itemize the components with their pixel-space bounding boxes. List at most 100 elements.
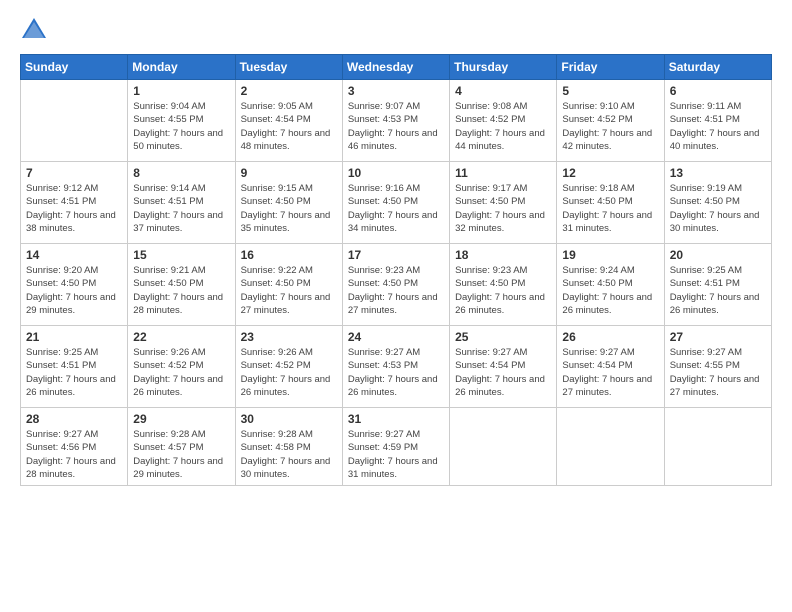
calendar-cell: 31 Sunrise: 9:27 AMSunset: 4:59 PMDayligh… — [342, 408, 449, 486]
cell-info: Sunrise: 9:27 AMSunset: 4:59 PMDaylight:… — [348, 428, 444, 481]
cell-info: Sunrise: 9:07 AMSunset: 4:53 PMDaylight:… — [348, 100, 444, 153]
calendar-cell — [664, 408, 771, 486]
cell-info: Sunrise: 9:14 AMSunset: 4:51 PMDaylight:… — [133, 182, 229, 235]
calendar-cell: 10 Sunrise: 9:16 AMSunset: 4:50 PMDayligh… — [342, 162, 449, 244]
day-number: 25 — [455, 330, 551, 344]
calendar-cell: 1Sunrise: 9:04 AMSunset: 4:55 PMDaylight… — [128, 80, 235, 162]
weekday-header-tuesday: Tuesday — [235, 55, 342, 80]
calendar-cell: 13 Sunrise: 9:19 AMSunset: 4:50 PMDayligh… — [664, 162, 771, 244]
weekday-header-thursday: Thursday — [450, 55, 557, 80]
logo — [20, 16, 52, 44]
logo-icon — [20, 16, 48, 44]
cell-info: Sunrise: 9:27 AMSunset: 4:55 PMDaylight:… — [670, 346, 766, 399]
calendar-cell — [450, 408, 557, 486]
calendar-header: SundayMondayTuesdayWednesdayThursdayFrid… — [21, 55, 772, 80]
cell-info: Sunrise: 9:27 AMSunset: 4:56 PMDaylight:… — [26, 428, 122, 481]
day-number: 26 — [562, 330, 658, 344]
weekday-header-wednesday: Wednesday — [342, 55, 449, 80]
weekday-header-friday: Friday — [557, 55, 664, 80]
calendar-cell: 28 Sunrise: 9:27 AMSunset: 4:56 PMDayligh… — [21, 408, 128, 486]
cell-info: Sunrise: 9:04 AMSunset: 4:55 PMDaylight:… — [133, 100, 229, 153]
calendar-cell: 21Sunrise: 9:25 AMSunset: 4:51 PMDayligh… — [21, 326, 128, 408]
day-number: 15 — [133, 248, 229, 262]
day-number: 31 — [348, 412, 444, 426]
calendar-cell: 5 Sunrise: 9:10 AMSunset: 4:52 PMDaylight… — [557, 80, 664, 162]
header — [20, 16, 772, 44]
day-number: 12 — [562, 166, 658, 180]
day-number: 30 — [241, 412, 337, 426]
calendar-cell: 29 Sunrise: 9:28 AMSunset: 4:57 PMDayligh… — [128, 408, 235, 486]
calendar-cell: 17 Sunrise: 9:23 AMSunset: 4:50 PMDayligh… — [342, 244, 449, 326]
cell-info: Sunrise: 9:22 AMSunset: 4:50 PMDaylight:… — [241, 264, 337, 317]
calendar-cell: 15Sunrise: 9:21 AMSunset: 4:50 PMDayligh… — [128, 244, 235, 326]
cell-info: Sunrise: 9:18 AMSunset: 4:50 PMDaylight:… — [562, 182, 658, 235]
day-number: 28 — [26, 412, 122, 426]
calendar-cell: 22 Sunrise: 9:26 AMSunset: 4:52 PMDayligh… — [128, 326, 235, 408]
cell-info: Sunrise: 9:28 AMSunset: 4:58 PMDaylight:… — [241, 428, 337, 481]
day-number: 11 — [455, 166, 551, 180]
cell-info: Sunrise: 9:26 AMSunset: 4:52 PMDaylight:… — [241, 346, 337, 399]
calendar-cell: 8 Sunrise: 9:14 AMSunset: 4:51 PMDaylight… — [128, 162, 235, 244]
cell-info: Sunrise: 9:19 AMSunset: 4:50 PMDaylight:… — [670, 182, 766, 235]
calendar-table: SundayMondayTuesdayWednesdayThursdayFrid… — [20, 54, 772, 486]
cell-info: Sunrise: 9:15 AMSunset: 4:50 PMDaylight:… — [241, 182, 337, 235]
day-number: 24 — [348, 330, 444, 344]
cell-info: Sunrise: 9:27 AMSunset: 4:53 PMDaylight:… — [348, 346, 444, 399]
day-number: 9 — [241, 166, 337, 180]
day-number: 2 — [241, 84, 337, 98]
cell-info: Sunrise: 9:11 AMSunset: 4:51 PMDaylight:… — [670, 100, 766, 153]
calendar-cell: 9 Sunrise: 9:15 AMSunset: 4:50 PMDaylight… — [235, 162, 342, 244]
day-number: 7 — [26, 166, 122, 180]
weekday-header-saturday: Saturday — [664, 55, 771, 80]
calendar-cell — [557, 408, 664, 486]
calendar-cell: 30 Sunrise: 9:28 AMSunset: 4:58 PMDayligh… — [235, 408, 342, 486]
cell-info: Sunrise: 9:25 AMSunset: 4:51 PMDaylight:… — [670, 264, 766, 317]
day-number: 6 — [670, 84, 766, 98]
calendar-cell: 3Sunrise: 9:07 AMSunset: 4:53 PMDaylight… — [342, 80, 449, 162]
day-number: 13 — [670, 166, 766, 180]
calendar-week-2: 7Sunrise: 9:12 AMSunset: 4:51 PMDaylight… — [21, 162, 772, 244]
cell-info: Sunrise: 9:20 AMSunset: 4:50 PMDaylight:… — [26, 264, 122, 317]
calendar-week-3: 14 Sunrise: 9:20 AMSunset: 4:50 PMDayligh… — [21, 244, 772, 326]
cell-info: Sunrise: 9:27 AMSunset: 4:54 PMDaylight:… — [455, 346, 551, 399]
day-number: 27 — [670, 330, 766, 344]
calendar-body: 1Sunrise: 9:04 AMSunset: 4:55 PMDaylight… — [21, 80, 772, 486]
page: SundayMondayTuesdayWednesdayThursdayFrid… — [0, 0, 792, 612]
calendar-cell: 7Sunrise: 9:12 AMSunset: 4:51 PMDaylight… — [21, 162, 128, 244]
day-number: 10 — [348, 166, 444, 180]
calendar-cell: 2 Sunrise: 9:05 AMSunset: 4:54 PMDaylight… — [235, 80, 342, 162]
calendar-cell: 19Sunrise: 9:24 AMSunset: 4:50 PMDayligh… — [557, 244, 664, 326]
day-number: 14 — [26, 248, 122, 262]
day-number: 22 — [133, 330, 229, 344]
calendar-cell — [21, 80, 128, 162]
calendar-cell: 27 Sunrise: 9:27 AMSunset: 4:55 PMDayligh… — [664, 326, 771, 408]
weekday-header-sunday: Sunday — [21, 55, 128, 80]
cell-info: Sunrise: 9:23 AMSunset: 4:50 PMDaylight:… — [455, 264, 551, 317]
calendar-cell: 6 Sunrise: 9:11 AMSunset: 4:51 PMDaylight… — [664, 80, 771, 162]
calendar-cell: 4Sunrise: 9:08 AMSunset: 4:52 PMDaylight… — [450, 80, 557, 162]
cell-info: Sunrise: 9:28 AMSunset: 4:57 PMDaylight:… — [133, 428, 229, 481]
cell-info: Sunrise: 9:23 AMSunset: 4:50 PMDaylight:… — [348, 264, 444, 317]
day-number: 18 — [455, 248, 551, 262]
calendar-cell: 16 Sunrise: 9:22 AMSunset: 4:50 PMDayligh… — [235, 244, 342, 326]
day-number: 16 — [241, 248, 337, 262]
calendar-cell: 25 Sunrise: 9:27 AMSunset: 4:54 PMDayligh… — [450, 326, 557, 408]
cell-info: Sunrise: 9:26 AMSunset: 4:52 PMDaylight:… — [133, 346, 229, 399]
day-number: 4 — [455, 84, 551, 98]
calendar-week-1: 1Sunrise: 9:04 AMSunset: 4:55 PMDaylight… — [21, 80, 772, 162]
weekday-header-monday: Monday — [128, 55, 235, 80]
calendar-cell: 26 Sunrise: 9:27 AMSunset: 4:54 PMDayligh… — [557, 326, 664, 408]
calendar-cell: 23Sunrise: 9:26 AMSunset: 4:52 PMDayligh… — [235, 326, 342, 408]
calendar-cell: 11Sunrise: 9:17 AMSunset: 4:50 PMDayligh… — [450, 162, 557, 244]
day-number: 29 — [133, 412, 229, 426]
cell-info: Sunrise: 9:27 AMSunset: 4:54 PMDaylight:… — [562, 346, 658, 399]
calendar-cell: 20Sunrise: 9:25 AMSunset: 4:51 PMDayligh… — [664, 244, 771, 326]
day-number: 8 — [133, 166, 229, 180]
weekday-header-row: SundayMondayTuesdayWednesdayThursdayFrid… — [21, 55, 772, 80]
day-number: 5 — [562, 84, 658, 98]
cell-info: Sunrise: 9:10 AMSunset: 4:52 PMDaylight:… — [562, 100, 658, 153]
cell-info: Sunrise: 9:05 AMSunset: 4:54 PMDaylight:… — [241, 100, 337, 153]
calendar-cell: 12 Sunrise: 9:18 AMSunset: 4:50 PMDayligh… — [557, 162, 664, 244]
day-number: 17 — [348, 248, 444, 262]
cell-info: Sunrise: 9:16 AMSunset: 4:50 PMDaylight:… — [348, 182, 444, 235]
